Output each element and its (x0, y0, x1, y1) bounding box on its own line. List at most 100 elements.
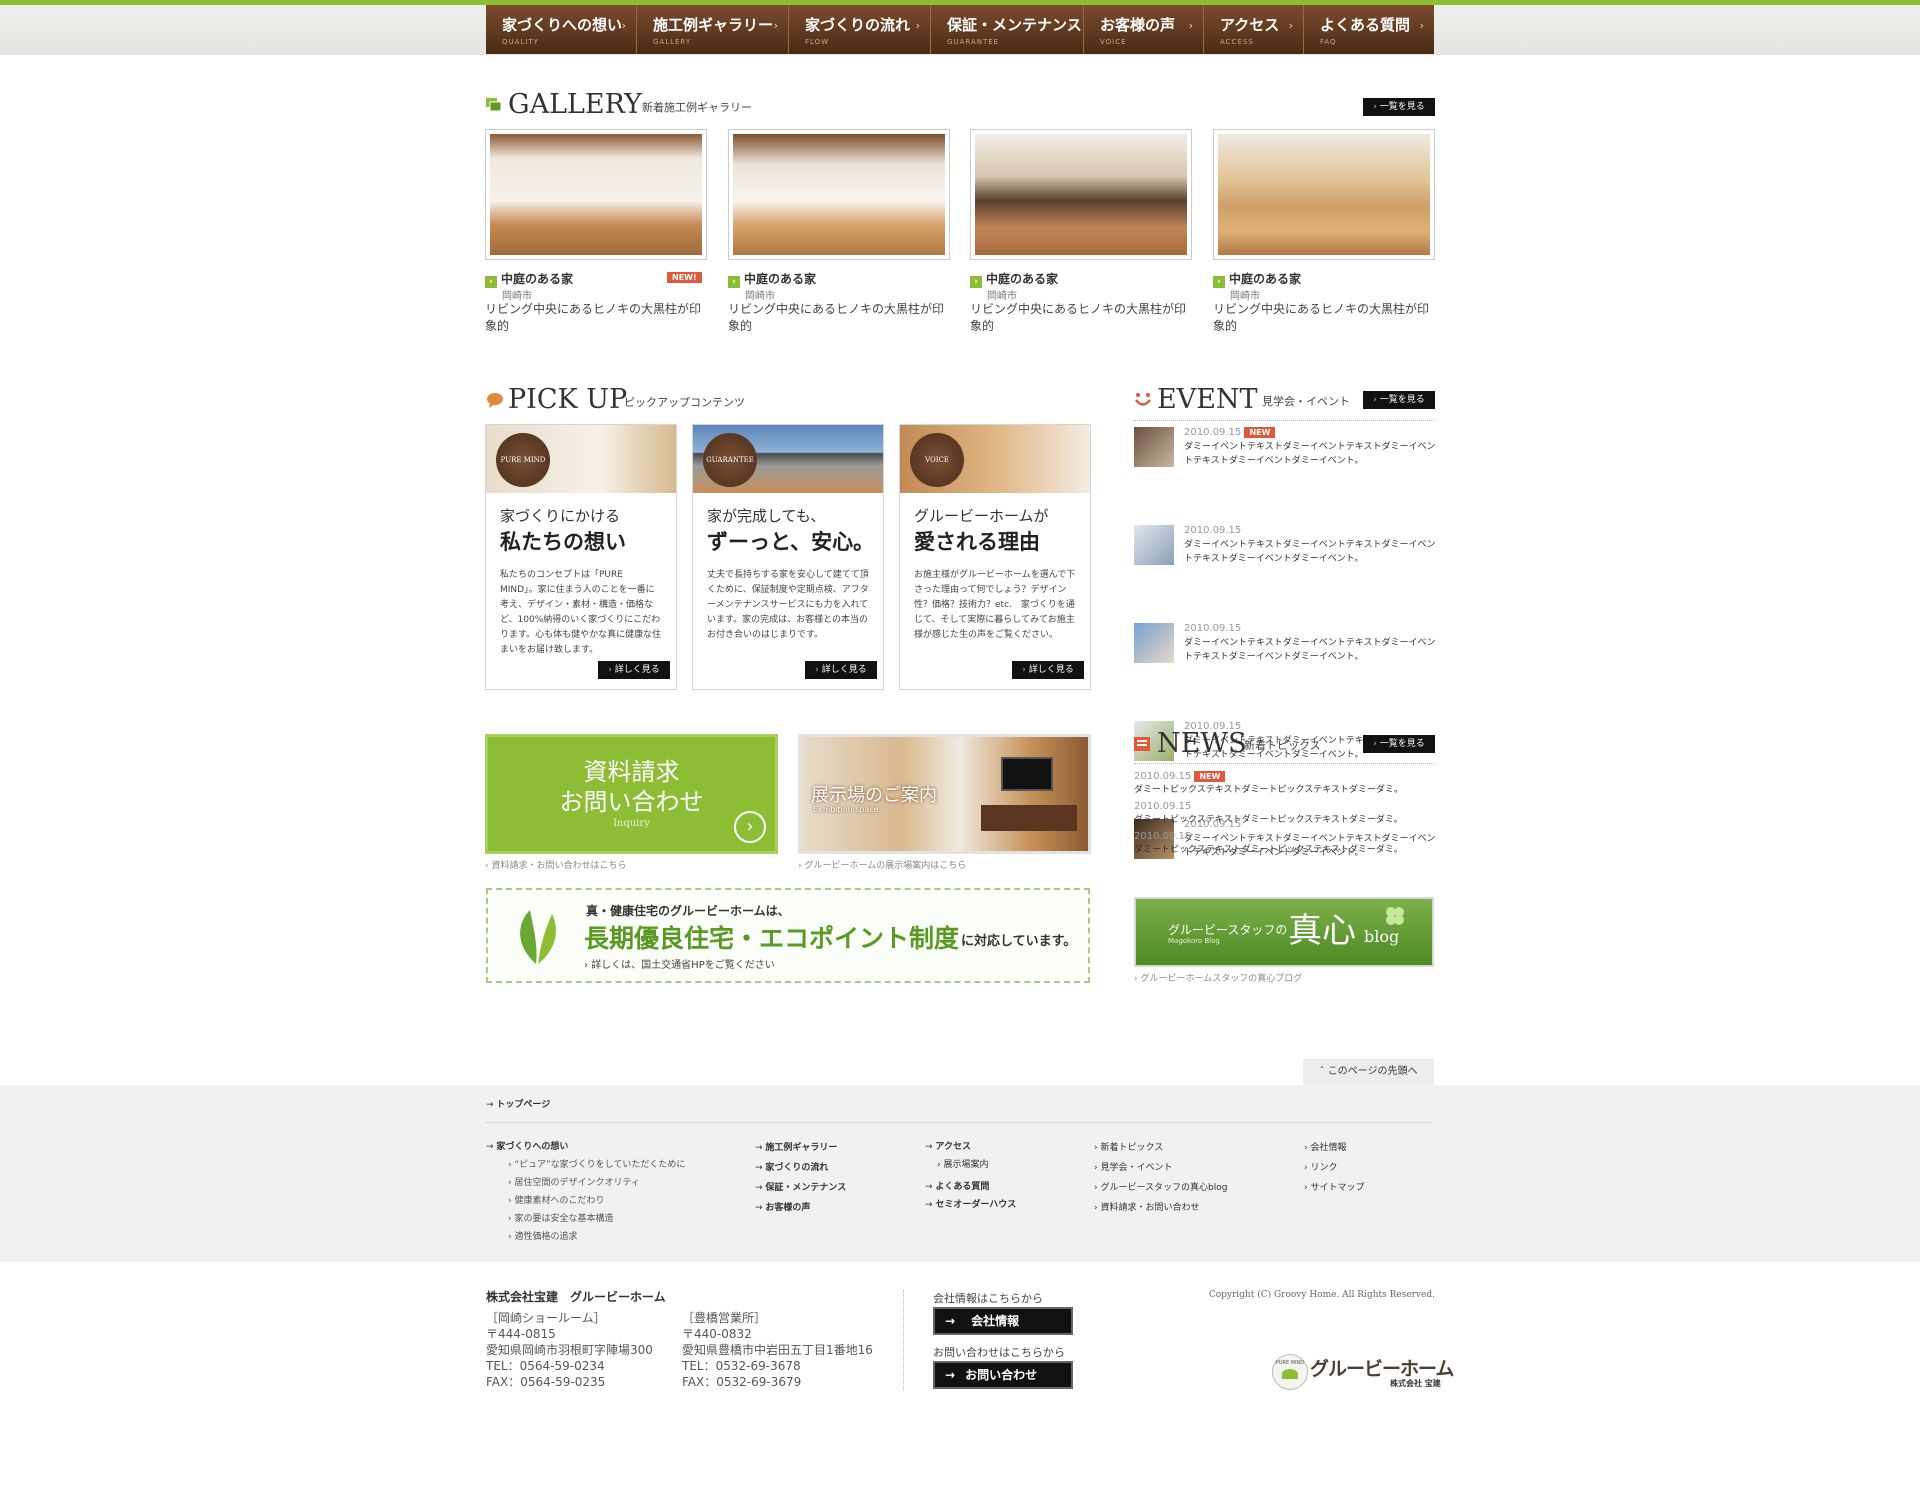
nav-sublabel: ACCESS (1220, 38, 1254, 46)
detail-label: 詳しく見る (821, 665, 867, 675)
event-date: 2010.09.15 NEW (1184, 427, 1276, 438)
event-thumb (1134, 427, 1174, 467)
gallery-thumb-1[interactable] (485, 129, 707, 260)
speech-bubble-icon (486, 392, 504, 408)
footer-link[interactable]: → お客様の声 (755, 1198, 846, 1218)
nav-item-guarantee[interactable]: 保証・メンテナンス GUARANTEE › (931, 5, 1084, 54)
gallery-item-title[interactable]: › 中庭のある家 (970, 270, 1058, 288)
footer-link[interactable]: → セミオーダーハウス (925, 1196, 1016, 1214)
footer-link-label: 展示場案内 (943, 1160, 989, 1170)
nav-item-gallery[interactable]: 施工例ギャラリー GALLERY › (637, 5, 789, 54)
inquiry-line1: 資料請求 (583, 758, 680, 786)
footer-link[interactable]: › 見学会・イベント (1094, 1158, 1227, 1178)
footer-link-label: 保証・メンテナンス (765, 1183, 847, 1193)
divider (486, 1122, 1434, 1123)
pickup-card-pure-mind[interactable]: PURE MIND 家づくりにかける 私たちの想い 私たちのコンセプトは「PUR… (485, 424, 677, 690)
footer-link[interactable]: › 資料請求・お問い合わせ (1094, 1198, 1227, 1218)
arrow-right-icon: › (728, 276, 740, 288)
footer-link[interactable]: › サイトマップ (1304, 1178, 1364, 1198)
footer-link-label: 健康素材へのこだわり (514, 1196, 605, 1206)
nav-item-access[interactable]: アクセス ACCESS › (1204, 5, 1304, 54)
address-fax: FAX：0532-69-3679 (682, 1375, 802, 1389)
contact-button[interactable]: → お問い合わせ (933, 1361, 1073, 1389)
footer-link-top[interactable]: → トップページ (486, 1096, 550, 1114)
footer-col-2: → 施工例ギャラリー → 家づくりの流れ → 保証・メンテナンス → お客様の声 (755, 1138, 846, 1218)
table-illustration (981, 805, 1077, 831)
eco-link[interactable]: › 詳しくは、国土交通省HPをご覧ください (584, 956, 775, 971)
event-more-button[interactable]: › 一覧を見る (1363, 391, 1435, 409)
news-subtitle: 新着トピックス (1244, 739, 1321, 752)
showroom-en: Exhibition space (813, 805, 879, 814)
gallery-thumb-3[interactable] (970, 129, 1192, 260)
inquiry-caption[interactable]: › 資料請求・お問い合わせはこちら (485, 858, 626, 871)
footer-link[interactable]: › グルービースタッフの真心blog (1094, 1178, 1227, 1198)
blog-banner[interactable]: グルービースタッフの Magokoro Blog 真心 blog (1134, 897, 1434, 967)
detail-label: 詳しく見る (614, 665, 660, 675)
showroom-caption-text: グルービーホームの展示場案内はこちら (804, 861, 967, 871)
pickup-heading-small: 家づくりにかける (500, 507, 621, 525)
global-nav: 家づくりへの想い QUALITY › 施工例ギャラリー GALLERY › 家づ… (486, 5, 1434, 54)
address-line: 愛知県豊橋市中岩田五丁目1番地16 (682, 1343, 873, 1357)
gallery-item-title[interactable]: › 中庭のある家 (1213, 270, 1301, 288)
showroom-caption[interactable]: › グルービーホームの展示場案内はこちら (798, 858, 966, 871)
footer-link[interactable]: → 保証・メンテナンス (755, 1178, 846, 1198)
pickup-card-voice[interactable]: VOICE グルービーホームが 愛される理由 お施主様がグルービーホームを選んで… (899, 424, 1091, 690)
pickup-card-guarantee[interactable]: GUARANTEE 家が完成しても、 ずーっと、安心。 丈夫で長持ちする家を安心… (692, 424, 884, 690)
blog-big: 真心 (1288, 911, 1356, 951)
showroom-title: 展示場のご案内 (811, 785, 937, 806)
blog-caption[interactable]: › グルービーホームスタッフの真心ブログ (1134, 971, 1302, 984)
footer-link-label: サイトマップ (1310, 1183, 1365, 1193)
news-item[interactable]: 2010.09.15 ダミートピックステキストダミートピックステキストダミーダミ… (1134, 801, 1436, 825)
nav-item-flow[interactable]: 家づくりの流れ FLOW › (789, 5, 931, 54)
pickup-detail-button[interactable]: › 詳しく見る (805, 661, 877, 679)
footer-link-label: 資料請求・お問い合わせ (1100, 1203, 1200, 1213)
footer-link[interactable]: → よくある質問 (925, 1178, 1016, 1196)
event-item[interactable]: 2010.09.15 ダミーイベントテキストダミーイベントテキストダミーイベント… (1134, 525, 1436, 569)
footer-link[interactable]: › リンク (1304, 1158, 1364, 1178)
news-item[interactable]: 2010.09.15 ダミートピックステキストダミートピックステキストダミーダミ… (1134, 831, 1436, 855)
page-top-link[interactable]: ˆ このページの先頭へ (1303, 1059, 1434, 1085)
gallery-item-city: 岡崎市 (745, 291, 775, 302)
footer-link[interactable]: › 会社情報 (1304, 1138, 1364, 1158)
footer-sublink[interactable]: › 適性価格の追求 (486, 1228, 685, 1246)
footer-sublink[interactable]: › 居住空間のデザインクオリティ (486, 1174, 685, 1192)
footer-link[interactable]: → 家づくりの流れ (755, 1158, 846, 1178)
company-info-button[interactable]: → 会社情報 (933, 1307, 1073, 1335)
pickup-image: GUARANTEE (693, 425, 883, 493)
arrow-right-icon: › (1213, 276, 1225, 288)
footer-sublink[interactable]: › 家の要は安全な基本構造 (486, 1210, 685, 1228)
footer-sublink[interactable]: › “ピュア”な家づくりをしていただくために (486, 1156, 685, 1174)
nav-item-voice[interactable]: お客様の声 VOICE › (1084, 5, 1204, 54)
eco-banner[interactable]: 真・健康住宅のグルービーホームは、 長期優良住宅・エコポイント制度 に対応してい… (486, 888, 1090, 983)
news-item[interactable]: 2010.09.15 NEW ダミートピックステキストダミートピックステキストダ… (1134, 771, 1436, 795)
gallery-more-button[interactable]: › 一覧を見る (1363, 98, 1435, 116)
event-item[interactable]: 2010.09.15 ダミーイベントテキストダミーイベントテキストダミーイベント… (1134, 623, 1436, 667)
gallery-item-desc: リビング中央にあるヒノキの大黒柱が印象的 (728, 302, 945, 333)
pickup-detail-button[interactable]: › 詳しく見る (598, 661, 670, 679)
footer-sublink[interactable]: › 健康素材へのこだわり (486, 1192, 685, 1210)
pickup-detail-button[interactable]: › 詳しく見る (1012, 661, 1084, 679)
chevron-right-icon: › (815, 665, 819, 675)
gallery-thumb-2[interactable] (728, 129, 950, 260)
inquiry-caption-text: 資料請求・お問い合わせはこちら (491, 861, 627, 871)
nav-item-quality[interactable]: 家づくりへの想い QUALITY › (486, 5, 637, 54)
gallery-thumb-4[interactable] (1213, 129, 1435, 260)
event-item[interactable]: 2010.09.15 NEW ダミーイベントテキストダミーイベントテキストダミー… (1134, 427, 1436, 471)
arrow-right-icon: → (945, 1368, 956, 1382)
gallery-item-title[interactable]: › 中庭のある家 (728, 270, 816, 288)
contact-label: お問い合わせ (965, 1368, 1038, 1382)
footer-link[interactable]: › 新着トピックス (1094, 1138, 1227, 1158)
footer-link[interactable]: → 施工例ギャラリー (755, 1138, 846, 1158)
news-date: 2010.09.15 (1134, 831, 1192, 842)
nav-sublabel: FAQ (1320, 38, 1337, 46)
footer-link[interactable]: → 家づくりへの想い (486, 1138, 685, 1156)
inquiry-banner[interactable]: 資料請求 お問い合わせ Inquiry › (485, 734, 778, 854)
gallery-item-title[interactable]: › 中庭のある家 (485, 270, 573, 288)
footer-sublink[interactable]: › 展示場案内 (925, 1156, 1016, 1174)
footer-link[interactable]: → アクセス (925, 1138, 1016, 1156)
nav-item-faq[interactable]: よくある質問 FAQ › (1304, 5, 1434, 54)
address-fax: FAX：0564-59-0235 (486, 1375, 606, 1389)
news-more-button[interactable]: › 一覧を見る (1363, 735, 1435, 753)
showroom-banner[interactable]: 展示場のご案内 Exhibition space (798, 734, 1091, 854)
address-tel: TEL：0532-69-3678 (682, 1359, 801, 1373)
